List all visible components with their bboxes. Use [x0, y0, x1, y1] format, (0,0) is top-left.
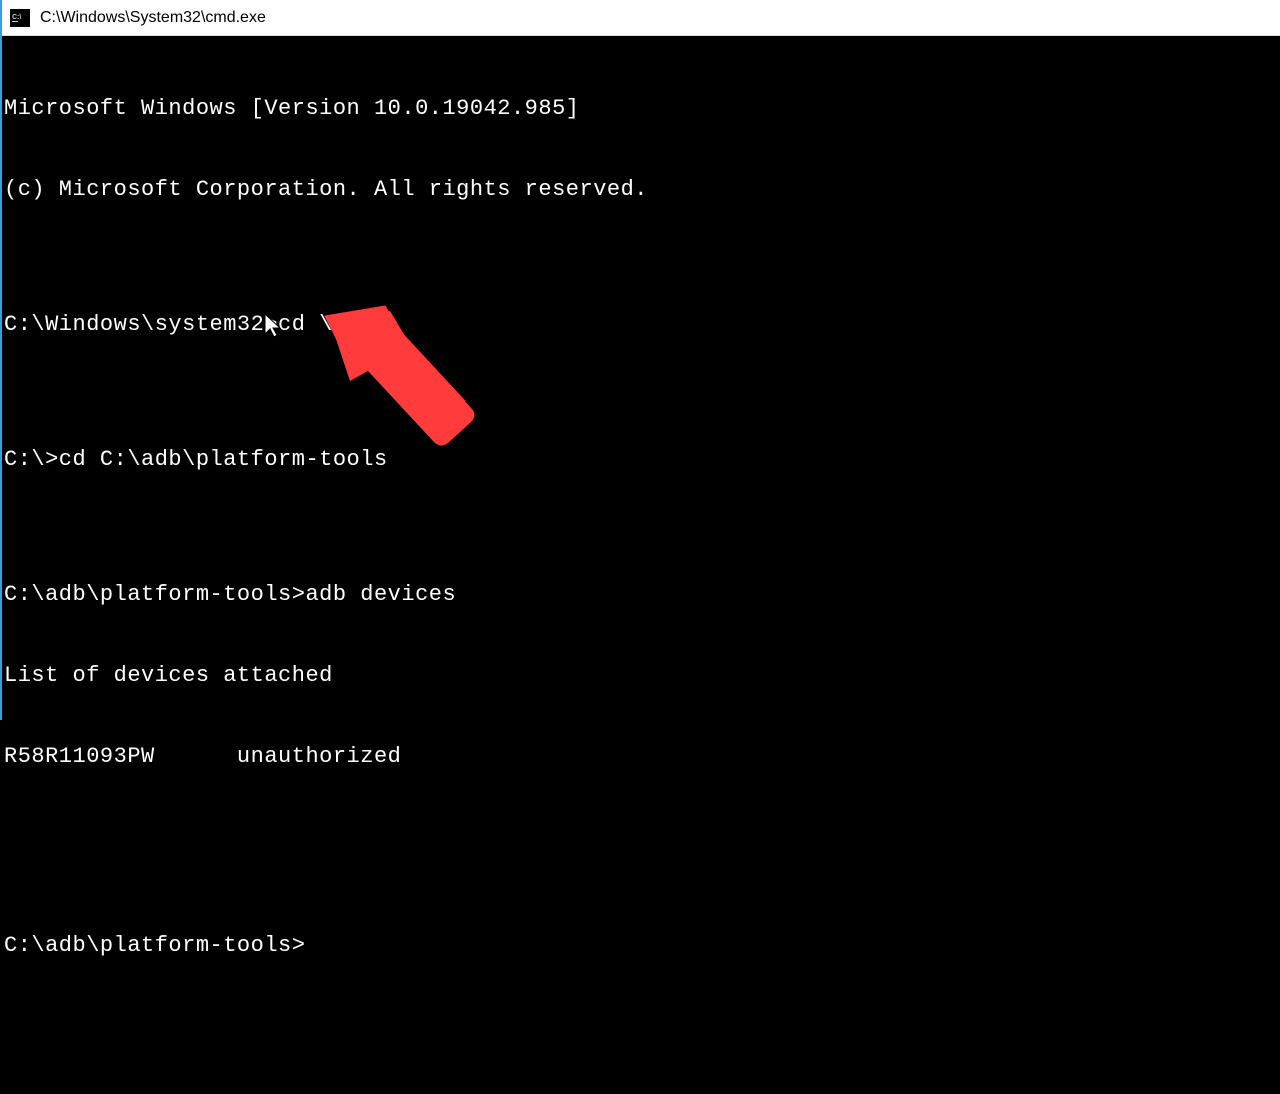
terminal-line: List of devices attached — [4, 662, 1278, 689]
terminal-line: R58R11093PW unauthorized — [4, 743, 1278, 770]
cmd-icon: C:\ — [10, 9, 30, 27]
terminal-line: C:\Windows\system32>cd \ — [4, 311, 1278, 338]
terminal-line: (c) Microsoft Corporation. All rights re… — [4, 176, 1278, 203]
terminal-line: C:\>cd C:\adb\platform-tools — [4, 446, 1278, 473]
title-bar[interactable]: C:\ C:\Windows\System32\cmd.exe — [2, 0, 1280, 36]
terminal-output[interactable]: Microsoft Windows [Version 10.0.19042.98… — [2, 36, 1280, 720]
terminal-line: Microsoft Windows [Version 10.0.19042.98… — [4, 95, 1278, 122]
window-title: C:\Windows\System32\cmd.exe — [40, 9, 266, 27]
terminal-line: C:\adb\platform-tools>adb devices — [4, 581, 1278, 608]
terminal-line: C:\adb\platform-tools> — [4, 932, 1278, 959]
svg-text:C:\: C:\ — [12, 14, 21, 21]
